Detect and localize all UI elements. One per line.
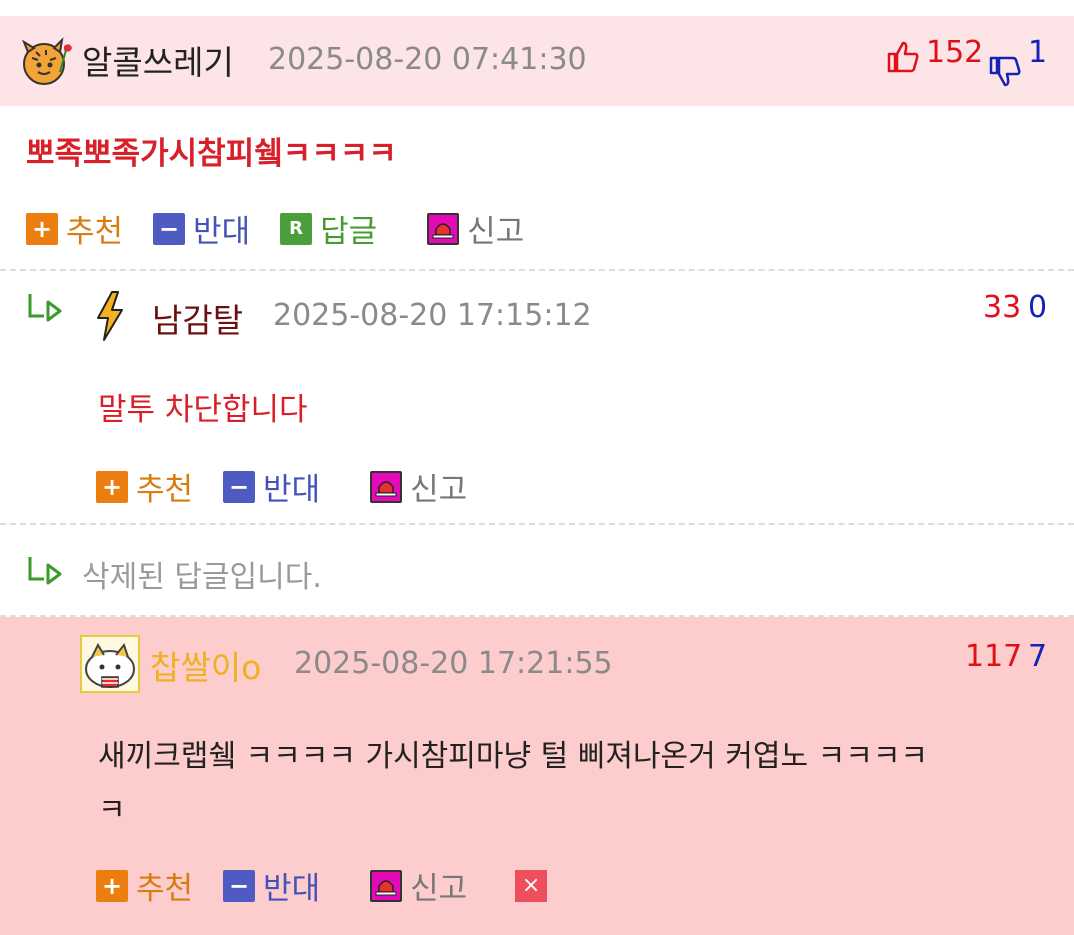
reply-icon: R (280, 212, 313, 245)
comment-3-up-count: 117 (965, 639, 1023, 674)
comment-2-date: 2025-08-20 17:15:12 (273, 298, 592, 333)
siren-icon (370, 869, 403, 902)
comment-1-actions: + 추천 − 반대 R 답글 신고 (26, 206, 554, 251)
minus-icon: − (223, 470, 256, 503)
oppose-label: 반대 (193, 214, 251, 250)
report-label: 신고 (410, 871, 468, 907)
thumbs-up-icon[interactable] (886, 40, 920, 74)
minus-icon: − (223, 869, 256, 902)
comment-3-text-line1: 새끼크랩쉨 ㅋㅋㅋㅋ 가시참피마냥 털 삐져나온거 커엽노 ㅋㅋㅋㅋ (98, 739, 929, 774)
reply-arrow-icon (28, 557, 62, 585)
comment-2-nick[interactable]: 남감탈 (152, 294, 243, 342)
recommend-button[interactable]: + 추천 (96, 464, 193, 509)
reply-arrow-icon (28, 294, 62, 322)
comment-2-actions: + 추천 − 반대 신고 (96, 464, 497, 509)
minus-icon: − (153, 212, 186, 245)
report-button[interactable]: 신고 (427, 206, 524, 251)
siren-icon (427, 212, 460, 245)
recommend-label: 추천 (136, 472, 194, 508)
cat-avatar[interactable] (80, 635, 140, 693)
comment-1-header: 알콜쓰레기 2025-08-20 07:41:30 152 1 (0, 16, 1074, 106)
report-button[interactable]: 신고 (370, 863, 467, 908)
thumbs-down-icon[interactable] (988, 54, 1022, 88)
comment-1-body: 뽀족뽀족가시참피쉨ㅋㅋㅋㅋ + 추천 − 반대 R 답글 신고 (0, 106, 1074, 269)
close-icon[interactable]: × (515, 869, 548, 902)
recommend-button[interactable]: + 추천 (96, 863, 193, 908)
comment-2-up-count: 33 (983, 290, 1022, 325)
divider (0, 269, 1074, 271)
report-label: 신고 (410, 472, 468, 508)
comment-1-nick[interactable]: 알콜쓰레기 (82, 36, 234, 84)
plus-icon: + (96, 470, 128, 503)
comment-1-date: 2025-08-20 07:41:30 (268, 42, 587, 77)
report-button[interactable]: 신고 (370, 464, 467, 509)
report-label: 신고 (467, 214, 525, 250)
divider (0, 523, 1074, 525)
siren-icon (370, 470, 403, 503)
tiger-avatar[interactable] (16, 32, 76, 92)
comment-1-down-count: 1 (1028, 35, 1048, 70)
comment-3-text-line2: ㅋ (98, 793, 126, 828)
top-strip (0, 0, 1074, 16)
oppose-button[interactable]: − 반대 (223, 464, 320, 509)
recommend-label: 추천 (66, 214, 124, 250)
comment-1-text: 뽀족뽀족가시참피쉨ㅋㅋㅋㅋ (26, 136, 397, 172)
recommend-button[interactable]: + 추천 (26, 206, 123, 251)
comment-3-date: 2025-08-20 17:21:55 (294, 646, 613, 681)
plus-icon: + (96, 869, 128, 902)
lightning-icon[interactable] (92, 290, 128, 342)
comment-3: 찹쌀이o 2025-08-20 17:21:55 117 7 새끼크랩쉨 ㅋㅋㅋ… (0, 617, 1074, 935)
comment-3-down-count: 7 (1028, 639, 1048, 674)
oppose-label: 반대 (263, 472, 321, 508)
reply-label: 답글 (320, 214, 378, 250)
comment-2-down-count: 0 (1028, 290, 1048, 325)
comment-3-actions: + 추천 − 반대 신고 × (96, 863, 548, 908)
deleted-reply-text: 삭제된 답글입니다. (82, 560, 322, 595)
comment-3-nick[interactable]: 찹쌀이o (150, 641, 261, 689)
plus-icon: + (26, 212, 58, 245)
oppose-label: 반대 (263, 871, 321, 907)
oppose-button[interactable]: − 반대 (223, 863, 320, 908)
reply-button[interactable]: R 답글 (280, 206, 377, 251)
oppose-button[interactable]: − 반대 (153, 206, 250, 251)
comment-1-up-count: 152 (926, 35, 984, 70)
comment-2-text: 말투 차단합니다 (98, 392, 308, 428)
recommend-label: 추천 (136, 871, 194, 907)
